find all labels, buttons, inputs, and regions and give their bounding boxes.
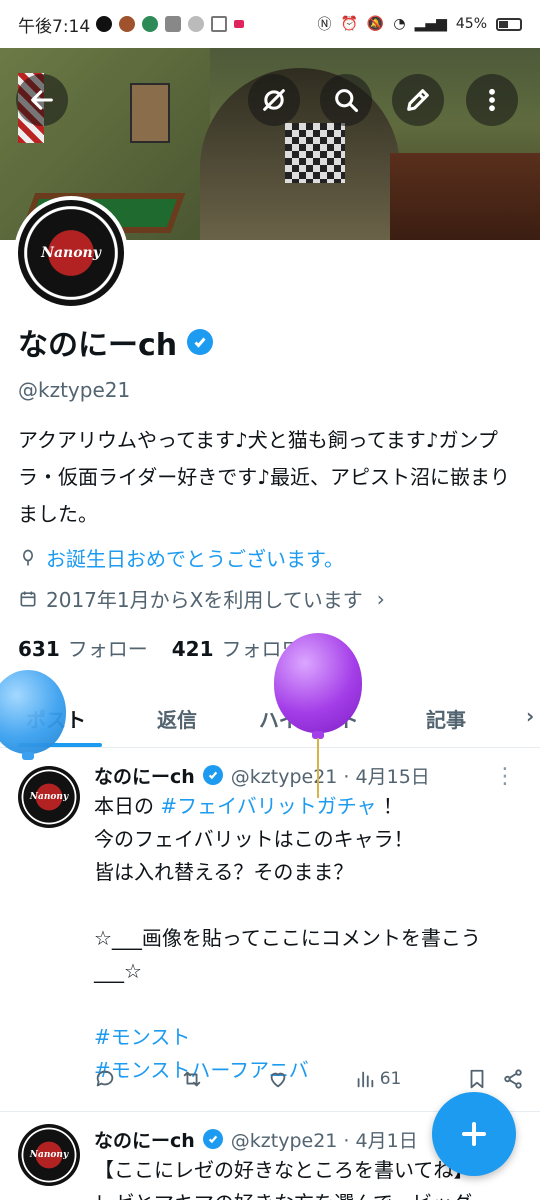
post-avatar[interactable]: Nanony xyxy=(18,1124,80,1186)
edit-button[interactable] xyxy=(392,74,444,126)
post-text: 本日の #フェイバリットガチャ ！ 今のフェイバリットはこのキャラ！ 皆は入れ替… xyxy=(94,790,522,1087)
tabs-scroll-chevron-icon[interactable]: › xyxy=(526,704,534,728)
nfc-icon: Ⓝ xyxy=(317,17,332,33)
battery-percent: 45% xyxy=(455,16,487,32)
avatar-logo-text: Nanony xyxy=(29,1150,69,1160)
followers-count: 421 xyxy=(171,637,214,661)
search-icon xyxy=(335,89,359,113)
reply-button[interactable] xyxy=(94,1068,116,1090)
more-vertical-icon xyxy=(489,88,495,112)
flag-icon xyxy=(234,20,245,28)
post-text-line: ！ xyxy=(382,794,403,818)
tiktok-icon xyxy=(96,16,113,32)
reply-icon xyxy=(96,1070,114,1087)
post-actions: 61 xyxy=(94,1068,524,1090)
like-button[interactable] xyxy=(267,1068,289,1090)
post-extra-actions xyxy=(466,1068,524,1090)
grok-button[interactable] xyxy=(248,74,300,126)
verified-badge-icon[interactable] xyxy=(187,329,214,355)
app-icon xyxy=(142,16,159,32)
back-button[interactable] xyxy=(16,74,68,126)
share-icon[interactable] xyxy=(502,1068,524,1090)
post-more-icon[interactable]: ⋮ xyxy=(494,764,516,789)
status-bar: 午後7:14 Ⓝ ⏰ 🔕 ◔ ▂▄▆ 45% xyxy=(0,0,540,48)
balloon-string xyxy=(317,738,319,798)
chrome-icon xyxy=(188,16,205,32)
grok-icon xyxy=(263,89,285,111)
banner-poster xyxy=(130,83,170,143)
profile-bio: アクアリウムやってます♪犬と猫も飼ってます♪ガンプラ・仮面ライダー好きです♪最近… xyxy=(18,428,510,526)
balloon-knot xyxy=(22,752,34,760)
joined-text: 2017年1月からXを利用しています xyxy=(46,588,363,612)
post-body: なのにーch @kztype21 · 4月15日 本日の #フェイバリットガチャ… xyxy=(94,760,522,1111)
avatar-logo-text: Nanony xyxy=(41,245,101,261)
following-count: 631 xyxy=(18,637,60,661)
wifi-icon: ◔ xyxy=(393,16,406,32)
follow-stats: 631 フォロー 421 フォロワー xyxy=(18,633,322,662)
heart-icon xyxy=(270,1072,286,1088)
verified-badge-icon xyxy=(202,765,223,785)
post-text-line: 本日の xyxy=(94,794,154,818)
bar-chart-icon xyxy=(357,1071,373,1088)
joined-row[interactable]: 2017年1月からXを利用しています › xyxy=(18,584,385,613)
compose-post-button[interactable] xyxy=(432,1092,516,1176)
tab-replies[interactable]: 返信 xyxy=(157,704,197,733)
views-count: 61 xyxy=(379,1069,402,1089)
search-button[interactable] xyxy=(320,74,372,126)
post-author-name: なのにーch xyxy=(94,765,195,788)
views-button[interactable]: 61 xyxy=(354,1068,402,1090)
hashtag-link[interactable]: #フェイバリットガチャ xyxy=(160,794,376,818)
post-text-line: 今のフェイバリットはこのキャラ！ xyxy=(94,827,414,851)
pencil-icon xyxy=(407,89,429,111)
post-handle-date: @kztype21 · 4月1日 xyxy=(230,1129,418,1152)
post-text-line: 皆は入れ替える？そのまま？ xyxy=(94,860,354,884)
profile-avatar[interactable]: Nanony xyxy=(14,196,128,310)
banner-cabinet xyxy=(390,153,540,240)
post-card[interactable]: Nanony なのにーch @kztype21 · 4月15日 本日の #フェイ… xyxy=(0,760,540,1112)
post-text-line: レゼとマキマの好きな方を選んで、ビッグ xyxy=(94,1187,522,1200)
chevron-right-icon: › xyxy=(376,586,385,611)
battery-icon xyxy=(496,17,522,31)
verified-badge-icon xyxy=(202,1129,223,1149)
hashtag-link[interactable]: #モンスト xyxy=(94,1021,522,1054)
following-link[interactable]: 631 フォロー xyxy=(18,633,148,662)
status-right: Ⓝ ⏰ 🔕 ◔ ▂▄▆ 45% xyxy=(317,14,522,34)
download-icon xyxy=(211,16,228,32)
profile-handle: @kztype21 xyxy=(18,378,131,402)
mute-icon: 🔕 xyxy=(366,16,385,32)
post-avatar[interactable]: Nanony xyxy=(18,766,80,828)
repost-button[interactable] xyxy=(181,1068,203,1090)
profile-name: なのにーch xyxy=(18,320,214,364)
display-name: なのにーch xyxy=(18,328,178,363)
bookmark-icon[interactable] xyxy=(466,1068,488,1090)
calendar-icon xyxy=(20,591,36,606)
yahoo-icon xyxy=(165,16,182,32)
post-header: なのにーch @kztype21 · 4月15日 xyxy=(94,760,522,790)
profile-tabs: ポスト 返信 ハイライト 記事 › xyxy=(0,688,540,748)
notification-icons xyxy=(96,16,245,32)
birthday-balloon-purple xyxy=(274,633,362,733)
plus-icon xyxy=(462,1122,486,1146)
more-options-button[interactable] xyxy=(466,74,518,126)
post-text-line: ☆___画像を貼ってここにコメントを書こう___☆ xyxy=(94,926,481,983)
app-icon xyxy=(119,16,136,32)
back-arrow-icon xyxy=(31,90,53,110)
banner-checker-floor xyxy=(285,123,345,183)
post-handle-date: @kztype21 · 4月15日 xyxy=(230,765,430,788)
post-author-name: なのにーch xyxy=(94,1129,195,1152)
following-label: フォロー xyxy=(67,637,148,661)
repost-icon xyxy=(183,1071,200,1087)
tab-articles[interactable]: 記事 xyxy=(426,704,466,733)
status-time: 午後7:14 xyxy=(18,16,91,37)
birthday-row: お誕生日おめでとうございます。 xyxy=(18,543,344,572)
avatar-logo-text: Nanony xyxy=(29,792,69,802)
birthday-text[interactable]: お誕生日おめでとうございます。 xyxy=(46,543,344,572)
alarm-icon: ⏰ xyxy=(340,16,358,32)
signal-icon: ▂▄▆ xyxy=(414,16,447,32)
balloon-icon xyxy=(23,549,33,565)
